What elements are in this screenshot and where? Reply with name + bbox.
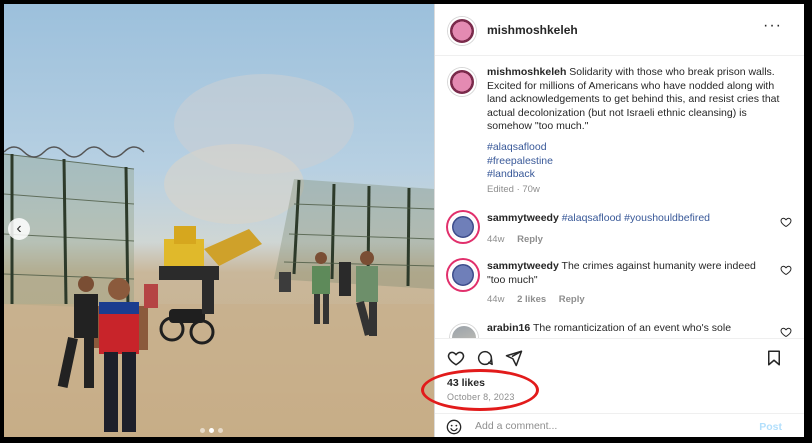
comment-item: sammytweedy #alaqsaflood #youshouldbefir… [447,212,792,248]
carousel-dot-active [209,428,214,433]
comment-age: 44w [487,234,505,245]
caption-text: mishmoshkeleh Solidarity with those who … [487,66,792,134]
hashtag-link[interactable]: #freepalestine [487,155,553,169]
comment-like-heart-icon[interactable] [780,264,792,276]
comment-text: sammytweedy #alaqsaflood #youshouldbefir… [487,212,767,226]
comment-like-heart-icon[interactable] [780,326,792,338]
carousel-dot [218,428,223,433]
comment-input[interactable] [475,420,735,432]
post-actions: 43 likes October 8, 2023 Post [421,338,804,437]
comment-icon[interactable] [476,349,494,367]
comment-item: sammytweedy The crimes against humanity … [447,260,792,310]
commenter-avatar[interactable] [450,262,476,288]
comment-text: arabin16 The romanticization of an event… [487,322,767,338]
hashtag-link[interactable]: #alaqsaflood [487,141,553,155]
post-window: ‹ mishmoshkeleh ··· mishmoshkeleh Solida… [4,4,804,437]
comments-section[interactable]: mishmoshkeleh Solidarity with those who … [435,56,804,338]
commenter-avatar[interactable] [450,214,476,240]
comment-body[interactable]: #alaqsaflood #youshouldbefired [562,212,710,224]
chevron-left-icon: ‹ [16,220,22,237]
commenter-avatar[interactable] [450,324,478,338]
reply-button[interactable]: Reply [517,234,543,245]
emoji-icon[interactable] [446,419,462,435]
post-header: mishmoshkeleh ··· [435,4,804,56]
author-avatar[interactable] [448,17,476,45]
post-side-panel: mishmoshkeleh ··· mishmoshkeleh Solidari… [421,4,804,437]
more-icon[interactable]: ··· [763,17,782,35]
commenter-username[interactable]: sammytweedy [487,212,559,224]
heart-icon[interactable] [447,349,465,367]
add-comment-bar: Post [435,413,804,437]
author-username[interactable]: mishmoshkeleh [487,23,578,37]
comment-meta: 44w 2 likes Reply [487,294,595,305]
caption-avatar[interactable] [448,68,476,96]
comment-item: arabin16 The romanticization of an event… [447,322,792,338]
commenter-username[interactable]: arabin16 [487,322,530,334]
carousel-dots [200,428,223,434]
carousel-prev-button[interactable]: ‹ [8,218,30,240]
caption-meta: Edited · 70w [487,184,540,195]
caption-username[interactable]: mishmoshkeleh [487,66,566,78]
hashtag-link[interactable]: #landback [487,168,553,182]
post-photo[interactable]: ‹ [4,4,434,437]
comment-text: sammytweedy The crimes against humanity … [487,260,767,287]
post-comment-button[interactable]: Post [759,421,782,433]
comment-likes[interactable]: 2 likes [517,294,546,305]
comment-meta: 44w Reply [487,234,553,245]
bookmark-icon[interactable] [765,349,783,367]
photo-scene [4,74,434,437]
reply-button[interactable]: Reply [559,294,585,305]
carousel-dot [200,428,205,433]
caption-hashtags: #alaqsaflood #freepalestine #landback [487,141,553,182]
comment-age: 44w [487,294,505,305]
share-icon[interactable] [505,349,523,367]
comment-like-heart-icon[interactable] [780,216,792,228]
commenter-username[interactable]: sammytweedy [487,260,559,272]
red-highlight-circle [421,369,539,411]
